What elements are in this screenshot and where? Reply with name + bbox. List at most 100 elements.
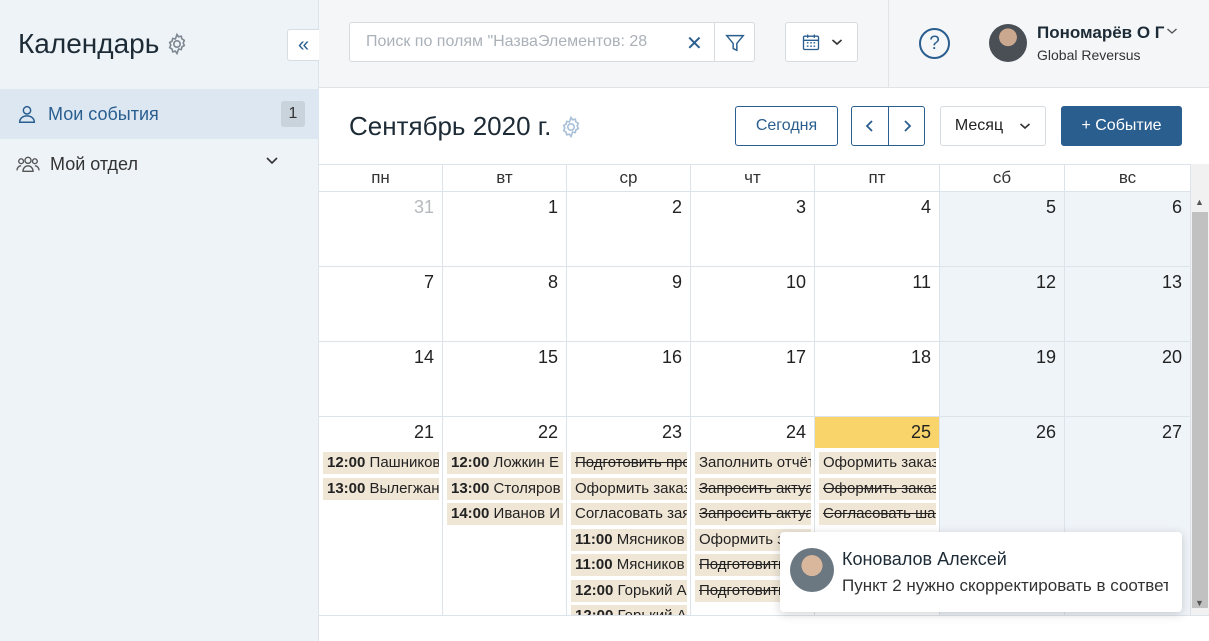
event-title: Подготовить <box>699 556 786 573</box>
calendar-day-cell[interactable]: 31 <box>319 192 443 267</box>
event-item[interactable]: 13:00 Столяров <box>447 477 563 500</box>
avatar[interactable] <box>989 24 1027 62</box>
calendar-day-cell[interactable]: 17 <box>691 342 815 417</box>
calendar-day-cell[interactable]: 15 <box>443 342 567 417</box>
scroll-down-icon[interactable]: ▼ <box>1195 598 1204 608</box>
day-number: 27 <box>1161 422 1182 442</box>
event-title: Вылегжан <box>365 479 439 497</box>
scroll-up-icon[interactable]: ▲ <box>1195 197 1204 207</box>
search-input[interactable] <box>350 33 680 51</box>
day-number: 8 <box>547 272 558 292</box>
event-item[interactable]: 12:00 Пашников <box>323 452 439 474</box>
day-number: 2 <box>671 197 682 217</box>
weekday-header: пн <box>319 165 443 192</box>
scrollbar[interactable]: ▲ ▼ <box>1191 164 1209 616</box>
calendar-day-cell[interactable]: 9 <box>567 267 691 342</box>
user-name[interactable]: Пономарёв О Г <box>1037 23 1164 43</box>
event-title: Запросить актуальные <box>699 479 811 497</box>
event-item[interactable]: 12:00 Горький А <box>571 579 687 602</box>
event-item[interactable]: 11:00 Мясников <box>571 554 687 576</box>
search-divider <box>714 23 715 61</box>
event-title: Подготовить <box>699 581 786 599</box>
event-item[interactable]: 12:00 Ложкин Е <box>447 452 563 474</box>
calendar-picker-button[interactable] <box>785 22 858 62</box>
calendar-day-cell[interactable]: 21 12:00 Пашников 13:00 Вылегжан <box>319 417 443 616</box>
events-count-badge: 1 <box>281 101 305 127</box>
user-icon <box>18 105 36 123</box>
calendar-day-cell[interactable]: 1 <box>443 192 567 267</box>
day-number: 13 <box>1161 272 1182 292</box>
calendar-day-cell[interactable]: 2 <box>567 192 691 267</box>
clear-search-icon[interactable]: ✕ <box>686 31 703 56</box>
calendar-day-cell[interactable]: 19 <box>940 342 1065 417</box>
notification-toast[interactable]: Коновалов Алексей Пункт 2 нужно скоррект… <box>780 532 1182 612</box>
event-item[interactable]: 13:00 Вылегжан <box>323 477 439 500</box>
users-group-icon <box>16 156 40 173</box>
chevron-down-icon[interactable] <box>1166 26 1178 36</box>
avatar <box>790 548 834 592</box>
day-number: 7 <box>423 272 434 292</box>
day-number: 12 <box>1035 272 1056 292</box>
day-number: 26 <box>1035 422 1056 442</box>
today-button[interactable]: Сегодня <box>735 106 838 146</box>
event-time: 12:00 <box>327 454 366 471</box>
scrollbar-thumb[interactable] <box>1192 212 1208 608</box>
day-number: 19 <box>1035 347 1056 367</box>
calendar-day-cell[interactable]: 11 <box>815 267 940 342</box>
filter-icon[interactable] <box>724 32 746 54</box>
event-item[interactable]: Запросить актуальные <box>695 503 811 525</box>
event-item[interactable]: 11:00 Мясников <box>571 528 687 551</box>
event-item[interactable]: Оформить заказ <box>819 477 936 500</box>
sidebar-item-label: Мои события <box>48 103 159 124</box>
calendar-day-cell[interactable]: 8 <box>443 267 567 342</box>
weekday-header: ср <box>567 165 691 192</box>
event-item[interactable]: Согласовать заявку <box>571 503 687 525</box>
event-item[interactable]: Согласовать шаблон <box>819 503 936 525</box>
event-item[interactable]: Запросить актуальные <box>695 477 811 500</box>
calendar-day-cell[interactable]: 18 <box>815 342 940 417</box>
calendar-day-cell[interactable]: 20 <box>1065 342 1191 417</box>
weekday-header: сб <box>940 165 1065 192</box>
event-item[interactable]: Оформить заказ <box>819 452 936 474</box>
calendar-day-cell[interactable]: 4 <box>815 192 940 267</box>
sidebar-item-my-department[interactable]: Мой отдел <box>0 139 319 189</box>
view-select[interactable]: Месяц <box>940 106 1046 146</box>
calendar-day-cell[interactable]: 3 <box>691 192 815 267</box>
calendar-day-cell[interactable]: 23 Подготовить продукцию на склад Оформить… <box>567 417 691 616</box>
month-title-text: Сентябрь 2020 г. <box>349 111 552 141</box>
calendar-day-cell[interactable]: 6 <box>1065 192 1191 267</box>
day-number: 20 <box>1161 347 1182 367</box>
weekday-header: вс <box>1065 165 1191 192</box>
event-item[interactable]: Заполнить отчёт <box>695 452 811 474</box>
calendar-day-cell[interactable]: 5 <box>940 192 1065 267</box>
calendar-day-cell[interactable]: 10 <box>691 267 815 342</box>
calendar-day-cell[interactable]: 22 12:00 Ложкин Е 13:00 Столяров 14:00 Иван… <box>443 417 567 616</box>
event-item[interactable]: Подготовить продукцию на склад <box>571 452 687 474</box>
event-item[interactable]: 14:00 Иванов И <box>447 503 563 525</box>
weekday-header: пт <box>815 165 940 192</box>
view-select-label: Месяц <box>954 117 1004 134</box>
calendar-day-cell[interactable]: 7 <box>319 267 443 342</box>
event-time: 13:00 <box>451 479 490 497</box>
chevron-down-icon[interactable] <box>265 155 279 165</box>
calendar-day-cell[interactable]: 12 <box>940 267 1065 342</box>
event-title: Пашников <box>365 454 439 471</box>
calendar-day-cell[interactable]: 13 <box>1065 267 1191 342</box>
event-time: 12:00 <box>451 454 490 471</box>
event-title: Ложкин Е <box>489 454 559 471</box>
event-time: 11:00 <box>575 556 613 573</box>
settings-gear-icon[interactable] <box>165 32 189 56</box>
calendar-day-cell[interactable]: 14 <box>319 342 443 417</box>
day-number: 25 <box>910 422 931 442</box>
calendar-settings-gear-icon[interactable] <box>559 115 583 139</box>
event-item[interactable]: Оформить заказ <box>571 477 687 500</box>
help-icon[interactable]: ? <box>919 28 950 59</box>
event-time: 12:00 <box>575 581 614 599</box>
add-event-button[interactable]: + Событие <box>1061 106 1182 146</box>
calendar-day-cell[interactable]: 16 <box>567 342 691 417</box>
next-month-button[interactable] <box>888 106 925 146</box>
app-title-text: Календарь <box>18 28 160 59</box>
sidebar-item-my-events[interactable]: Мои события 1 <box>0 89 319 139</box>
previous-month-button[interactable] <box>851 106 889 146</box>
collapse-sidebar-button[interactable]: « <box>287 29 319 61</box>
